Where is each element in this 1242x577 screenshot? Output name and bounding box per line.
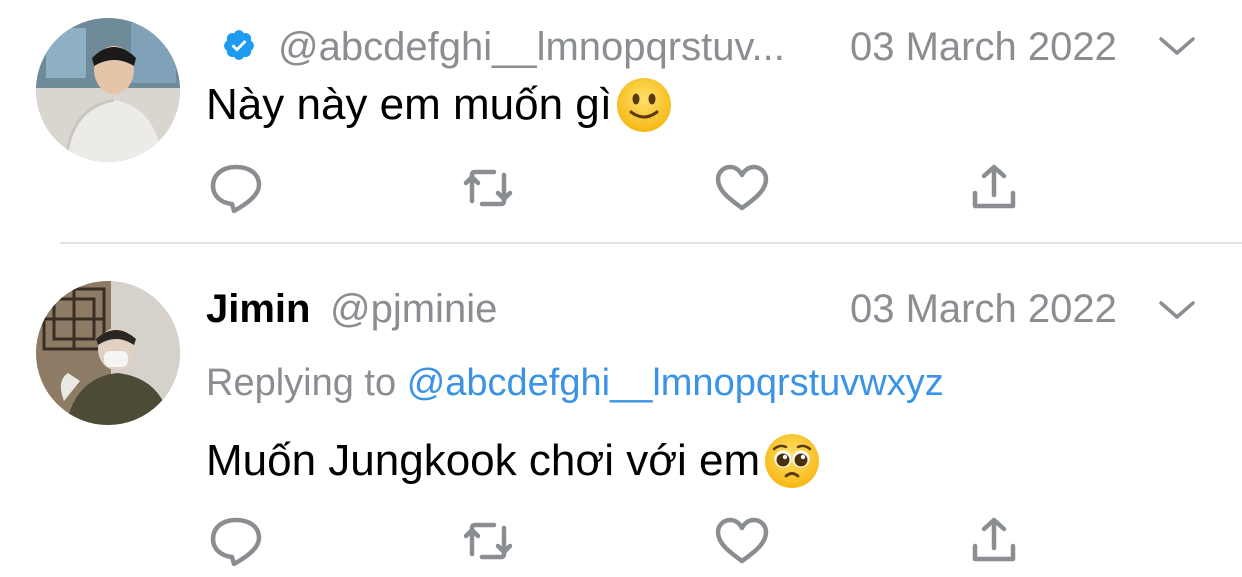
reply-button[interactable] [208,516,264,566]
share-icon [972,517,1016,562]
tweet-text: Muốn Jungkook chơi với em [206,436,761,485]
tweet-handle[interactable]: @pjminie [330,289,497,329]
reply-icon [210,517,262,566]
tweet-date: 03 March 2022 [850,25,1117,69]
reply-icon [210,164,262,213]
tweet-2[interactable]: Jimin @pjminie 03 March 2022 Replying to… [0,244,1242,577]
avatar-photo [36,281,180,425]
like-button[interactable] [714,516,770,566]
share-icon [972,164,1016,209]
tweet-1[interactable]: @abcdefghi__lmnopqrstuv... 03 March 2022… [0,0,1242,242]
share-button[interactable] [966,516,1022,566]
heart-icon [715,517,769,564]
like-button[interactable] [714,163,770,213]
tweet-handle[interactable]: @abcdefghi__lmnopqrstuv... [278,27,785,67]
tweet-author-name[interactable]: Jimin [206,289,310,329]
tweet-text: Này này em muốn gì [206,80,612,129]
avatar[interactable] [36,18,180,162]
retweet-button[interactable] [460,163,516,213]
reply-button[interactable] [208,163,264,213]
retweet-button[interactable] [460,516,516,566]
chevron-down-icon[interactable] [1157,33,1197,59]
pleading-face-icon [765,434,820,488]
chevron-down-icon[interactable] [1157,297,1197,323]
slightly-smiling-face-icon [616,78,671,132]
replying-to-line: Replying to @abcdefghi__lmnopqrstuvwxyz [206,364,944,402]
retweet-icon [463,169,513,207]
share-button[interactable] [966,163,1022,213]
avatar[interactable] [36,281,180,425]
avatar-photo [36,18,180,162]
tweet-date: 03 March 2022 [850,287,1117,331]
retweet-icon [463,522,513,560]
verified-badge-icon [224,30,254,60]
replying-to-mention[interactable]: @abcdefghi__lmnopqrstuvwxyz [407,362,944,404]
replying-to-label: Replying to [206,362,397,404]
heart-icon [715,164,769,211]
